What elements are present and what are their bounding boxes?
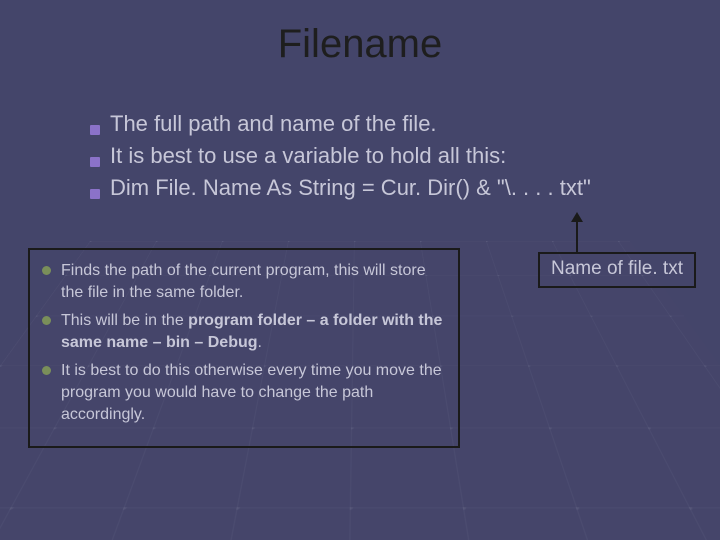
- list-item-text: Dim File. Name As String = Cur. Dir() & …: [110, 172, 591, 204]
- note-text: It is best to do this otherwise every ti…: [61, 360, 446, 426]
- list-item-text: It is best to use a variable to hold all…: [110, 140, 506, 172]
- slide: Filename The full path and name of the f…: [0, 0, 720, 540]
- list-item: This will be in the program folder – a f…: [42, 310, 446, 354]
- bullet-icon: [90, 125, 100, 135]
- note-text: This will be in the program folder – a f…: [61, 310, 446, 354]
- label-text: Name of file. txt: [551, 258, 683, 279]
- list-item-text: The full path and name of the file.: [110, 108, 437, 140]
- note-text: Finds the path of the current program, t…: [61, 260, 446, 304]
- list-item: Finds the path of the current program, t…: [42, 260, 446, 304]
- bullet-icon: [42, 316, 51, 325]
- label-box: Name of file. txt: [538, 252, 696, 288]
- main-bullet-list: The full path and name of the file. It i…: [90, 108, 680, 204]
- list-item: It is best to do this otherwise every ti…: [42, 360, 446, 426]
- notes-box: Finds the path of the current program, t…: [28, 248, 460, 448]
- list-item: The full path and name of the file.: [90, 108, 680, 140]
- slide-title: Filename: [0, 22, 720, 67]
- list-item: It is best to use a variable to hold all…: [90, 140, 680, 172]
- list-item: Dim File. Name As String = Cur. Dir() & …: [90, 172, 680, 204]
- bullet-icon: [42, 366, 51, 375]
- arrow-icon: [576, 214, 578, 254]
- bullet-icon: [90, 189, 100, 199]
- bullet-icon: [90, 157, 100, 167]
- bullet-icon: [42, 266, 51, 275]
